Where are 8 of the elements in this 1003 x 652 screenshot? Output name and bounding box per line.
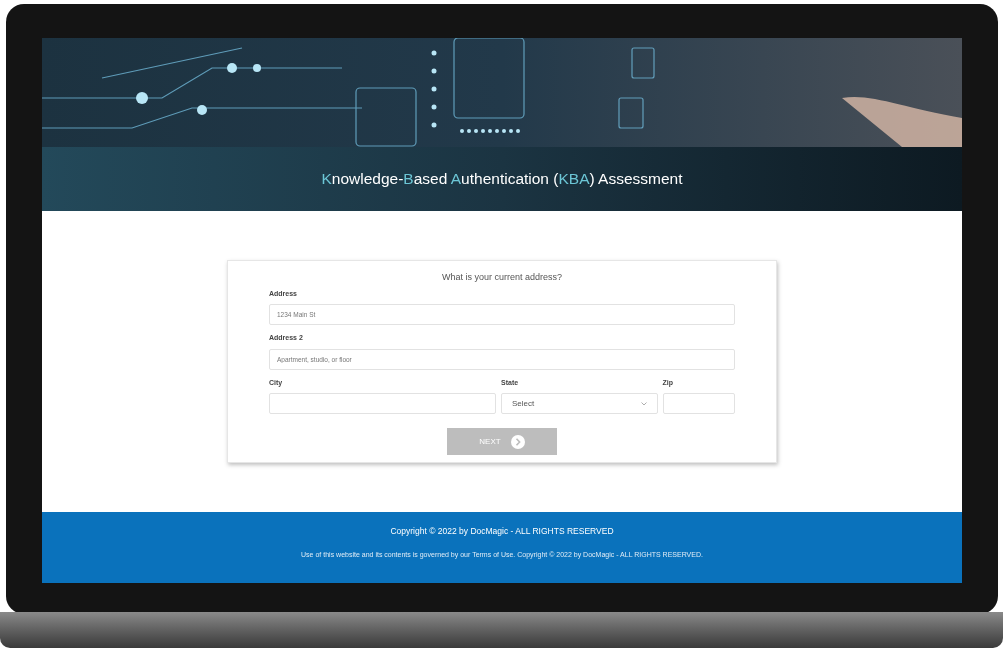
state-select[interactable]: Select xyxy=(501,393,658,414)
chevron-down-icon xyxy=(640,401,647,406)
input-field[interactable] xyxy=(662,393,735,414)
page-title: Knowledge-Based Authentication (KBA) Assessment xyxy=(321,169,683,190)
chevron-right-circle-icon xyxy=(510,434,525,449)
copyright-text: Copyright © 2022 by DocMagic - ALL RIGHTS RESERVED xyxy=(390,525,614,538)
form-question: What is your current address? xyxy=(441,271,563,284)
input-field[interactable] xyxy=(269,393,496,414)
